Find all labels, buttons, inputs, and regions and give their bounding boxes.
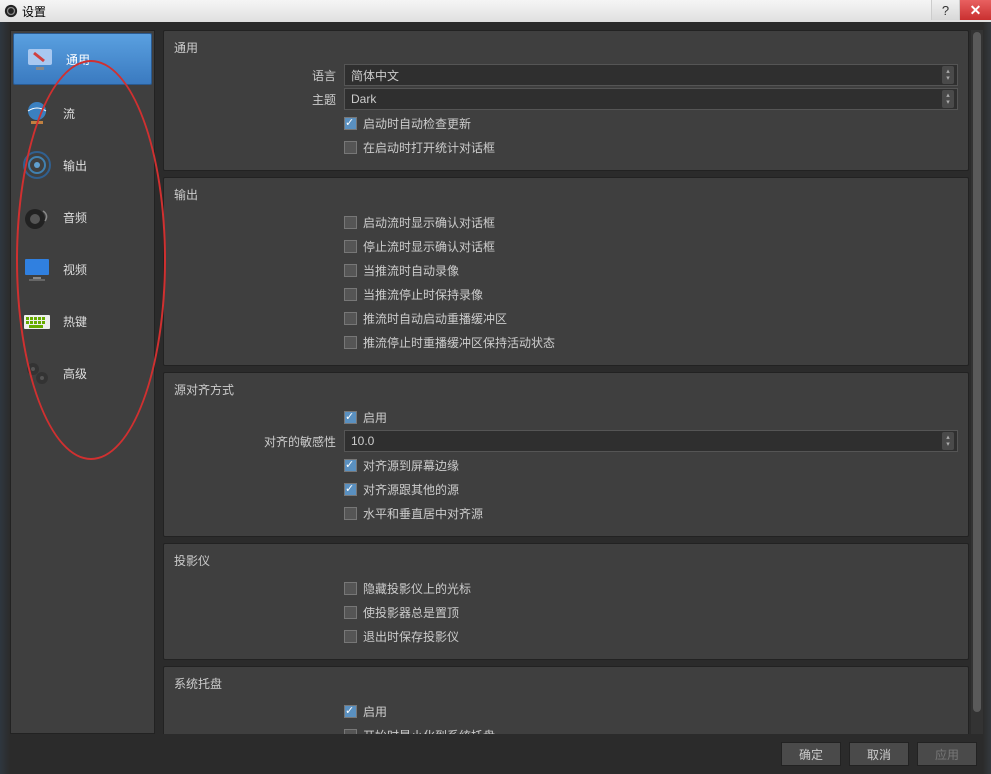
checkbox-auto-record[interactable]: 当推流时自动录像 [344,262,958,279]
sidebar-item-label: 高级 [63,365,87,382]
section-projector: 投影仪 隐藏投影仪上的光标 使投影器总是置顶 退出时保存投影仪 [163,543,969,660]
left-blur-deco [0,22,10,774]
checkbox-snapping-enable[interactable]: 启用 [344,409,958,426]
dialog-buttons: 确定 取消 应用 [781,742,977,766]
section-title: 投影仪 [174,552,958,569]
checkbox-auto-update[interactable]: 启动时自动检查更新 [344,115,958,132]
obs-icon [4,4,18,18]
broadcast-icon [21,149,53,181]
sidebar-item-label: 输出 [63,157,87,174]
section-output: 输出 启动流时显示确认对话框 停止流时显示确认对话框 当推流时自动录像 当推流停… [163,177,969,366]
sidebar-item-label: 通用 [66,51,90,68]
help-button[interactable]: ? [931,0,959,20]
titlebar: 设置 ? ✕ [0,0,991,22]
sidebar-item-general[interactable]: 通用 [13,33,152,85]
section-tray: 系统托盘 启用 开始时最小化到系统托盘 总是最小化到系统托盘，而不是任务栏 [163,666,969,734]
sidebar-item-stream[interactable]: 流 [11,87,154,139]
speaker-icon [21,201,53,233]
sensitivity-spinbox[interactable]: 10.0▴▾ [344,430,958,452]
checkbox-center-hv[interactable]: 水平和垂直居中对齐源 [344,505,958,522]
sidebar-item-label: 音频 [63,209,87,226]
checkbox-keep-replay-buffer[interactable]: 推流停止时重播缓冲区保持活动状态 [344,334,958,351]
gears-icon [21,357,53,389]
checkbox-keep-record[interactable]: 当推流停止时保持录像 [344,286,958,303]
dropdown-arrows-icon: ▴▾ [942,90,954,108]
sidebar-item-output[interactable]: 输出 [11,139,154,191]
apply-button[interactable]: 应用 [917,742,977,766]
checkbox-tray-enable[interactable]: 启用 [344,703,958,720]
checkbox-hide-cursor[interactable]: 隐藏投影仪上的光标 [344,580,958,597]
sidebar-item-label: 视频 [63,261,87,278]
language-label: 语言 [174,67,344,84]
section-general: 通用 语言 简体中文▴▾ 主题 Dark▴▾ 启动时自动检查更新 在启动时打开统… [163,30,969,171]
checkbox-always-on-top[interactable]: 使投影器总是置顶 [344,604,958,621]
checkbox-confirm-stop-stream[interactable]: 停止流时显示确认对话框 [344,238,958,255]
checkbox-auto-replay-buffer[interactable]: 推流时自动启动重播缓冲区 [344,310,958,327]
dropdown-arrows-icon: ▴▾ [942,66,954,84]
checkbox-snap-screen-edge[interactable]: 对齐源到屏幕边缘 [344,457,958,474]
sidebar: 通用 流 输出 音频 视频 热键 [10,30,155,734]
window-title: 设置 [22,3,46,20]
checkbox-snap-other-sources[interactable]: 对齐源跟其他的源 [344,481,958,498]
spinbox-arrows-icon: ▴▾ [942,432,954,450]
checkbox-save-on-exit[interactable]: 退出时保存投影仪 [344,628,958,645]
scrollbar[interactable] [971,30,983,734]
close-button[interactable]: ✕ [959,0,991,20]
theme-label: 主题 [174,91,344,108]
section-title: 系统托盘 [174,675,958,692]
section-title: 源对齐方式 [174,381,958,398]
sidebar-item-advanced[interactable]: 高级 [11,347,154,399]
section-title: 通用 [174,39,958,56]
sidebar-item-label: 流 [63,105,75,122]
checkbox-confirm-start-stream[interactable]: 启动流时显示确认对话框 [344,214,958,231]
sensitivity-label: 对齐的敏感性 [174,433,344,450]
checkbox-open-stats[interactable]: 在启动时打开统计对话框 [344,139,958,156]
sidebar-item-video[interactable]: 视频 [11,243,154,295]
sidebar-item-hotkeys[interactable]: 热键 [11,295,154,347]
language-dropdown[interactable]: 简体中文▴▾ [344,64,958,86]
cancel-button[interactable]: 取消 [849,742,909,766]
right-blur-deco [983,22,991,774]
section-snapping: 源对齐方式 启用 对齐的敏感性 10.0▴▾ 对齐源到屏幕边缘 对齐源跟其他的源… [163,372,969,537]
theme-dropdown[interactable]: Dark▴▾ [344,88,958,110]
globe-icon [21,97,53,129]
ok-button[interactable]: 确定 [781,742,841,766]
checkbox-min-to-tray-on-start[interactable]: 开始时最小化到系统托盘 [344,727,958,735]
display-icon [21,253,53,285]
section-title: 输出 [174,186,958,203]
scroll-thumb[interactable] [973,32,981,712]
monitor-icon [24,43,56,75]
keyboard-icon [21,305,53,337]
sidebar-item-audio[interactable]: 音频 [11,191,154,243]
main-pane: 通用 语言 简体中文▴▾ 主题 Dark▴▾ 启动时自动检查更新 在启动时打开统… [163,30,983,734]
sidebar-item-label: 热键 [63,313,87,330]
